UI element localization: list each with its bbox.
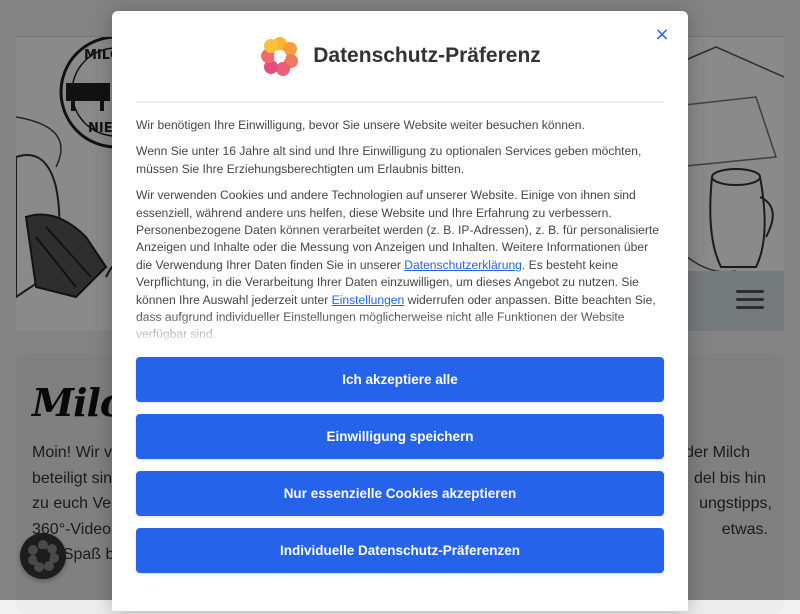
close-icon[interactable]: × [652,25,672,45]
privacy-settings-glyph [28,540,59,572]
dialog-header: Datenschutz-Präferenz [136,11,664,103]
accept-all-button[interactable]: Ich akzeptiere alle [136,357,664,402]
essential-only-button[interactable]: Nur essenzielle Cookies akzeptieren [136,471,664,516]
privacy-policy-link[interactable]: Datenschutzerklärung [404,258,522,272]
settings-link[interactable]: Einstellungen [332,293,405,307]
privacy-logo-icon [261,37,299,76]
individual-preferences-button[interactable]: Individuelle Datenschutz-Präferenzen [136,528,664,573]
privacy-settings-icon[interactable] [20,533,66,579]
dialog-title: Datenschutz-Präferenz [313,44,541,67]
consent-paragraph-2: Wenn Sie unter 16 Jahre alt sind und Ihr… [136,144,642,176]
consent-paragraph-1: Wir benötigen Ihre Einwilligung, bevor S… [136,118,585,132]
save-consent-button[interactable]: Einwilligung speichern [136,414,664,459]
privacy-consent-dialog: Datenschutz-Präferenz × Wir benötigen Ih… [112,11,688,611]
text-fade [136,313,664,345]
dialog-body: Wir benötigen Ihre Einwilligung, bevor S… [136,117,664,343]
